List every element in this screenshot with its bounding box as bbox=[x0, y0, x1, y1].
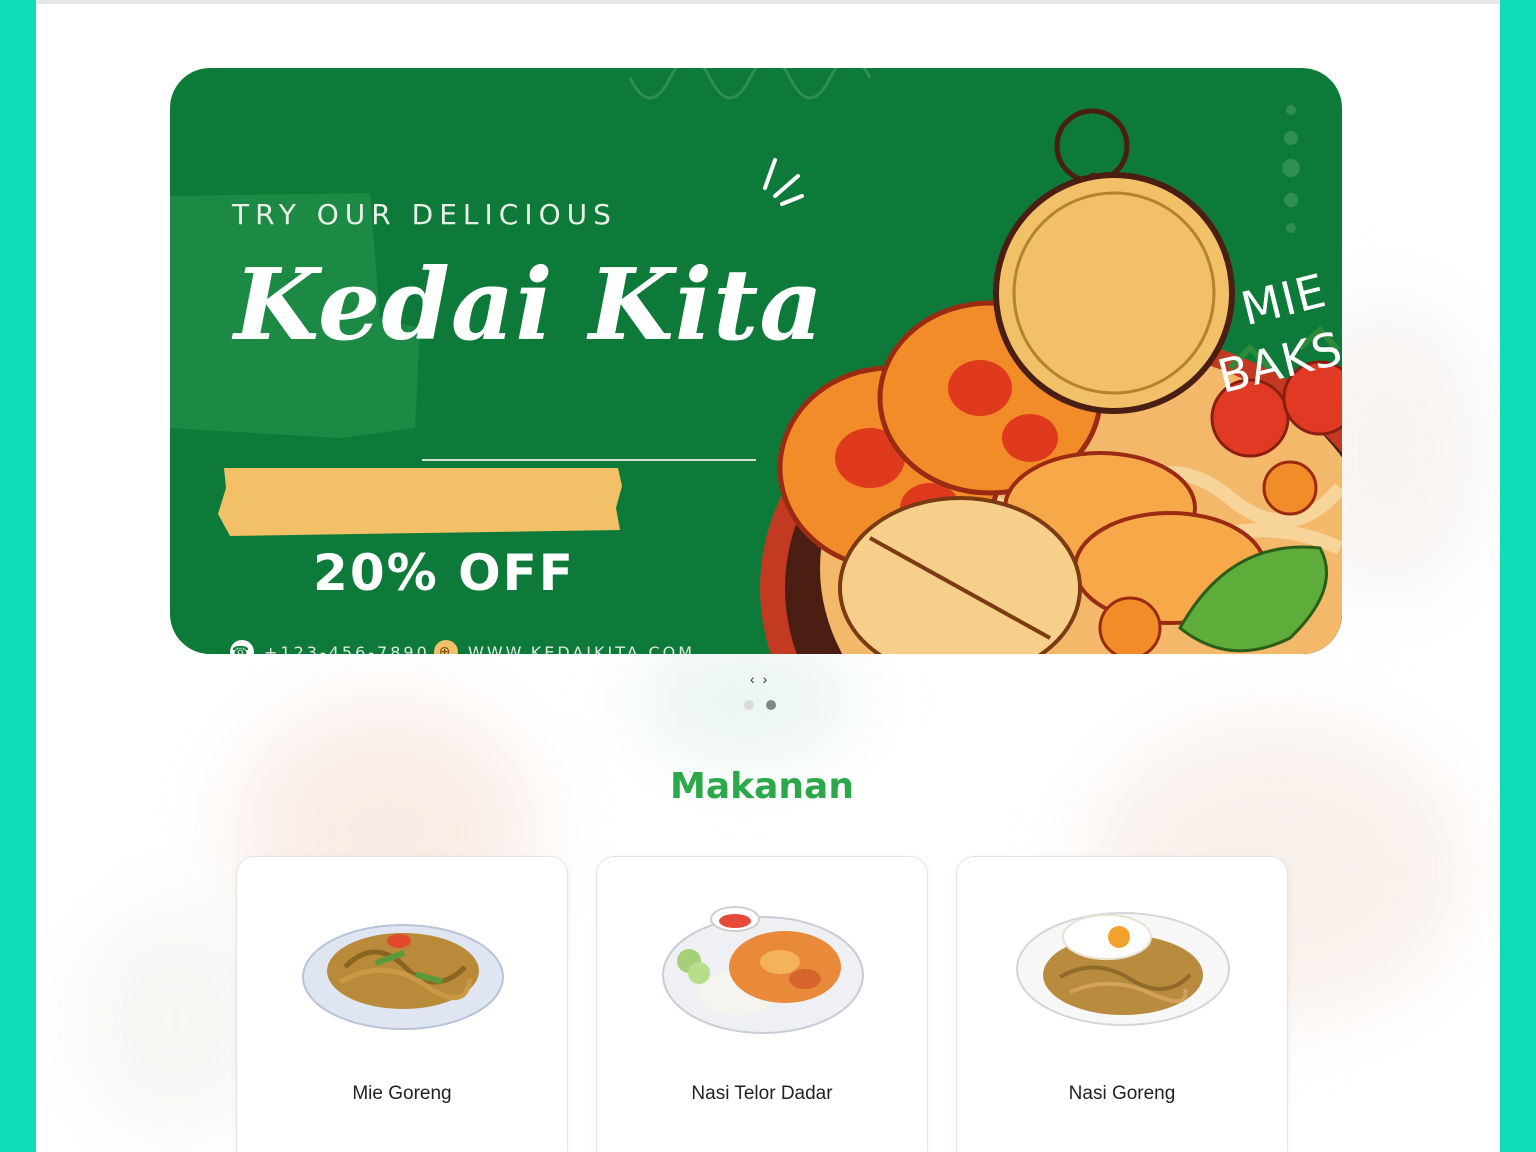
banner-website-text: WWW.KEDAIKITA.COM bbox=[468, 642, 696, 655]
menu-item-name: Mie Goreng bbox=[352, 1083, 452, 1104]
banner-brand-title: Kedai Kita bbox=[234, 248, 824, 363]
banner-phone: ☎ +123-456-7890 bbox=[230, 640, 430, 654]
page: TRY OUR DELICIOUS Kedai Kita 20% OFF ☎ +… bbox=[36, 0, 1500, 1152]
banner-tagline: TRY OUR DELICIOUS bbox=[232, 198, 617, 231]
nasi-goreng-image bbox=[1016, 912, 1230, 1026]
carousel-indicators bbox=[744, 700, 776, 710]
mie-goreng-image bbox=[302, 924, 504, 1030]
carousel-dot-1[interactable] bbox=[744, 700, 754, 710]
banner-discount: 20% OFF bbox=[313, 544, 575, 602]
menu-item-name: Nasi Telor Dadar bbox=[691, 1083, 833, 1104]
carousel-next-button[interactable]: › bbox=[763, 672, 768, 686]
menu-card[interactable]: Mie Goreng bbox=[236, 856, 568, 1152]
carousel-dot-2[interactable] bbox=[766, 700, 776, 710]
nasi-telor-dadar-image bbox=[662, 906, 864, 1034]
promo-banner[interactable]: TRY OUR DELICIOUS Kedai Kita 20% OFF ☎ +… bbox=[170, 68, 1342, 654]
banner-website: ⊕ WWW.KEDAIKITA.COM bbox=[434, 640, 695, 654]
section-title: Makanan bbox=[670, 766, 854, 807]
globe-icon: ⊕ bbox=[434, 640, 458, 654]
menu-card[interactable]: Nasi Goreng bbox=[956, 856, 1288, 1152]
top-bar bbox=[36, 0, 1500, 4]
phone-icon: ☎ bbox=[230, 640, 254, 654]
menu-card[interactable]: Nasi Telor Dadar bbox=[596, 856, 928, 1152]
banner-divider bbox=[422, 459, 756, 461]
carousel-prev-button[interactable]: ‹ bbox=[750, 672, 755, 686]
carousel-arrows: ‹ › bbox=[750, 672, 767, 686]
banner-phone-text: +123-456-7890 bbox=[264, 642, 430, 655]
menu-item-name: Nasi Goreng bbox=[1068, 1083, 1176, 1104]
